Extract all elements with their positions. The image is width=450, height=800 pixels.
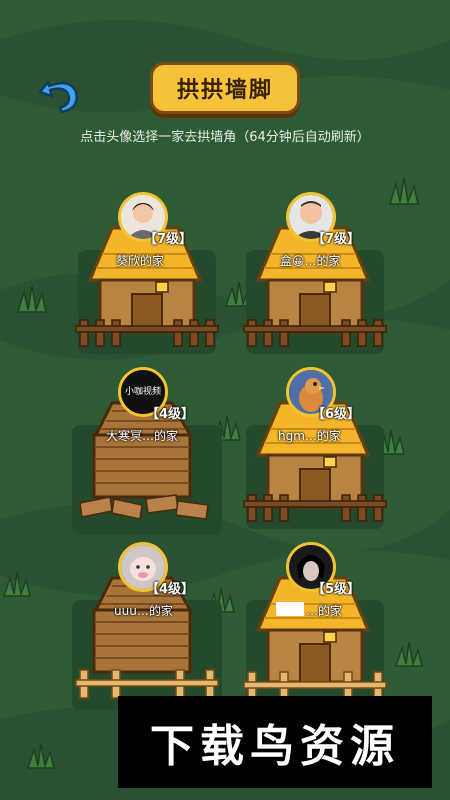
refresh-hint: 点击头像选择一家去拱墙角（64分钟后自动刷新） — [80, 130, 370, 145]
house-owner-name: 大寒冥…的家 — [106, 429, 179, 443]
grass-tuft-icon — [394, 641, 423, 667]
house-owner-name: 盒😀…的家 — [280, 254, 341, 268]
house-card[interactable]: 小咖视频 【4级】 大寒冥…的家 — [72, 365, 222, 545]
grass-tuft-icon — [2, 571, 31, 597]
back-arrow-icon — [38, 80, 78, 114]
grass-tuft-icon — [388, 177, 419, 205]
watermark-text: 下载鸟资源 — [150, 721, 400, 772]
house-owner-name: 葵欣的家 — [116, 254, 165, 268]
house-owner-name: …的家 — [306, 604, 343, 618]
level-label: 【7级】 — [312, 232, 361, 247]
page-title: 拱拱墙脚 — [176, 78, 273, 103]
grass-tuft-icon — [26, 743, 55, 769]
watermark-banner: 下载鸟资源 — [118, 696, 432, 788]
level-label: 【4级】 — [146, 582, 195, 597]
house-card[interactable]: 【5级】 …的家 — [240, 540, 390, 720]
level-label: 【7级】 — [144, 232, 193, 247]
house-card[interactable]: 【7级】 盒😀…的家 — [240, 190, 390, 370]
house-owner-name: hgm…的家 — [278, 429, 341, 443]
house-card[interactable]: 【7级】 葵欣的家 — [72, 190, 222, 370]
title-badge: 拱拱墙脚 — [150, 62, 300, 114]
level-label: 【6级】 — [312, 407, 361, 422]
house-card[interactable]: 【4级】 uuu…的家 — [72, 540, 222, 720]
name-redaction — [276, 602, 304, 616]
avatar-logo-text: 小咖视频 — [125, 385, 161, 397]
house-owner-name: uuu…的家 — [114, 604, 173, 618]
level-label: 【4级】 — [146, 407, 195, 422]
house-card[interactable]: 【6级】 hgm…的家 — [240, 365, 390, 545]
level-label: 【5级】 — [312, 582, 361, 597]
grass-tuft-icon — [16, 285, 47, 313]
back-button[interactable] — [38, 74, 82, 114]
